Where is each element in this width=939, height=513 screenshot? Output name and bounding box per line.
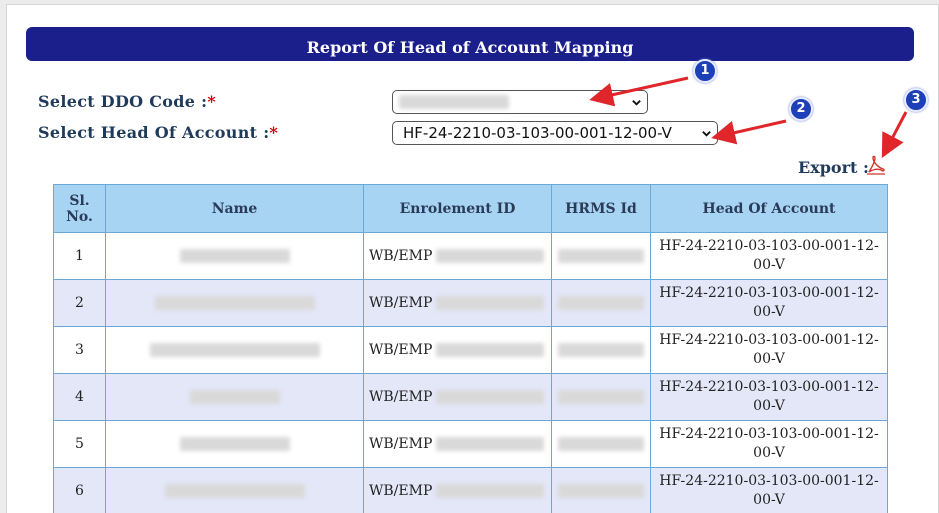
redacted-enrolment-id	[436, 390, 544, 404]
table-row: 6 WB/EMP HF-24-2210-03-103-00-001-12- 00-V	[53, 467, 888, 513]
chevron-down-icon	[702, 131, 711, 137]
redacted-enrolment-id	[436, 437, 544, 451]
redacted-hrms-id	[558, 343, 644, 357]
redacted-name	[180, 437, 290, 451]
mapping-table: Sl. No. Name Enrolement ID HRMS Id Head …	[53, 184, 888, 513]
redacted-name	[150, 343, 320, 357]
chevron-down-icon	[632, 100, 641, 106]
enrolment-id-cell: WB/EMP	[363, 279, 552, 327]
report-title-bar: Report Of Head of Account Mapping	[26, 27, 914, 61]
ddo-code-select[interactable]	[392, 90, 648, 114]
redacted-hrms-id	[558, 437, 644, 451]
redacted-name	[190, 390, 280, 404]
redacted-hrms-id	[558, 249, 644, 263]
sl-no-cell: 5	[53, 420, 106, 468]
name-cell	[105, 326, 364, 374]
sl-no-cell: 4	[53, 373, 106, 421]
col-name: Name	[105, 184, 364, 233]
head-of-account-cell: HF-24-2210-03-103-00-001-12- 00-V	[650, 420, 888, 468]
name-cell	[105, 232, 364, 280]
export-label: Export :	[798, 158, 869, 177]
name-cell	[105, 420, 364, 468]
head-of-account-cell: HF-24-2210-03-103-00-001-12- 00-V	[650, 326, 888, 374]
page-title: Report Of Head of Account Mapping	[306, 38, 634, 57]
col-hrms-id: HRMS Id	[551, 184, 651, 233]
hrms-id-cell	[551, 232, 651, 280]
head-of-account-selected: HF-24-2210-03-103-00-001-12-00-V	[403, 124, 672, 142]
step-badge-1: 1	[693, 59, 717, 83]
redacted-hrms-id	[558, 296, 644, 310]
pdf-icon[interactable]	[866, 155, 886, 175]
redacted-enrolment-id	[436, 343, 544, 357]
head-of-account-cell: HF-24-2210-03-103-00-001-12- 00-V	[650, 232, 888, 280]
step-badge-3: 3	[904, 88, 928, 112]
sl-no-cell: 6	[53, 467, 106, 513]
table-row: 1 WB/EMP HF-24-2210-03-103-00-001-12- 00-V	[53, 232, 888, 280]
redacted-hrms-id	[558, 484, 644, 498]
table-row: 5 WB/EMP HF-24-2210-03-103-00-001-12- 00-V	[53, 420, 888, 468]
head-of-account-cell: HF-24-2210-03-103-00-001-12- 00-V	[650, 373, 888, 421]
redacted-enrolment-id	[436, 249, 544, 263]
head-of-account-cell: HF-24-2210-03-103-00-001-12- 00-V	[650, 467, 888, 513]
head-of-account-select[interactable]: HF-24-2210-03-103-00-001-12-00-V	[392, 121, 718, 145]
hrms-id-cell	[551, 373, 651, 421]
redacted-name	[155, 296, 315, 310]
redacted-enrolment-id	[436, 484, 544, 498]
sl-no-cell: 2	[53, 279, 106, 327]
ddo-code-label: Select DDO Code :*	[38, 92, 216, 111]
table-row: 2 WB/EMP HF-24-2210-03-103-00-001-12- 00-V	[53, 279, 888, 327]
table-row: 3 WB/EMP HF-24-2210-03-103-00-001-12- 00-V	[53, 326, 888, 374]
enrolment-id-cell: WB/EMP	[363, 373, 552, 421]
redacted-ddo-value	[399, 95, 509, 109]
hrms-id-cell	[551, 467, 651, 513]
enrolment-id-cell: WB/EMP	[363, 467, 552, 513]
sl-no-cell: 1	[53, 232, 106, 280]
hrms-id-cell	[551, 279, 651, 327]
redacted-hrms-id	[558, 390, 644, 404]
col-enrolement-id: Enrolement ID	[363, 184, 552, 233]
required-asterisk: *	[269, 123, 279, 142]
redacted-enrolment-id	[436, 296, 544, 310]
table-row: 4 WB/EMP HF-24-2210-03-103-00-001-12- 00-V	[53, 373, 888, 421]
head-of-account-label: Select Head Of Account :*	[38, 123, 279, 142]
col-head-of-account: Head Of Account	[650, 184, 888, 233]
redacted-name	[165, 484, 305, 498]
enrolment-id-cell: WB/EMP	[363, 232, 552, 280]
step-badge-2: 2	[789, 97, 813, 121]
name-cell	[105, 467, 364, 513]
name-cell	[105, 373, 364, 421]
head-of-account-cell: HF-24-2210-03-103-00-001-12- 00-V	[650, 279, 888, 327]
col-sl-no: Sl. No.	[53, 184, 106, 233]
hrms-id-cell	[551, 420, 651, 468]
table-header-row: Sl. No. Name Enrolement ID HRMS Id Head …	[53, 184, 888, 233]
enrolment-id-cell: WB/EMP	[363, 420, 552, 468]
required-asterisk: *	[207, 92, 216, 111]
hrms-id-cell	[551, 326, 651, 374]
redacted-name	[180, 249, 290, 263]
sl-no-cell: 3	[53, 326, 106, 374]
name-cell	[105, 279, 364, 327]
enrolment-id-cell: WB/EMP	[363, 326, 552, 374]
